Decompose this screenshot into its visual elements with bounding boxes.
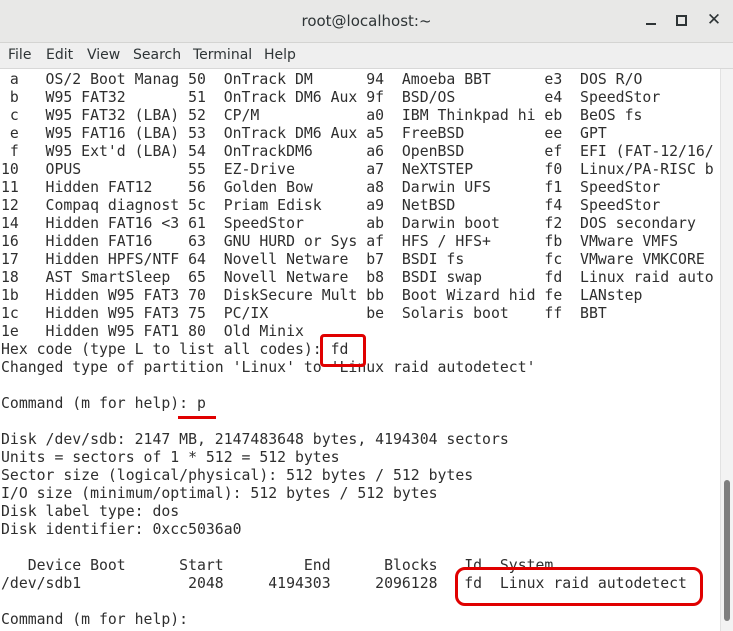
terminal-line: 18 AST SmartSleep 65 Novell Netware b8 B…	[1, 269, 714, 286]
title-bar: root@localhost:~ ✕	[0, 0, 733, 43]
maximize-icon[interactable]	[670, 9, 692, 31]
terminal-line: 11 Hidden FAT12 56 Golden Bow a8 Darwin …	[1, 179, 661, 196]
terminal-line: Disk label type: dos	[1, 503, 180, 520]
terminal-line: Sector size (logical/physical): 512 byte…	[1, 467, 474, 484]
scrollbar[interactable]	[720, 69, 733, 631]
minimize-icon[interactable]	[640, 9, 662, 31]
menu-view[interactable]: View	[87, 47, 120, 63]
terminal-line: f W95 Ext'd (LBA) 54 OnTrackDM6 a6 OpenB…	[1, 143, 714, 160]
terminal-line: I/O size (minimum/optimal): 512 bytes / …	[1, 485, 438, 502]
terminal-line: e W95 FAT16 (LBA) 53 OnTrack DM6 Aux a5 …	[1, 125, 607, 142]
menu-help[interactable]: Help	[264, 47, 296, 63]
terminal-line: 10 OPUS 55 EZ-Drive a7 NeXTSTEP f0 Linux…	[1, 161, 714, 178]
terminal-line: Disk identifier: 0xcc5036a0	[1, 521, 242, 538]
terminal-line: 17 Hidden HPFS/NTF 64 Novell Netware b7 …	[1, 251, 705, 268]
menu-bar: File Edit View Search Terminal Help	[0, 43, 733, 69]
terminal-line: Command (m for help):	[1, 611, 197, 628]
menu-terminal[interactable]: Terminal	[193, 47, 252, 63]
terminal-line: Disk /dev/sdb: 2147 MB, 2147483648 bytes…	[1, 431, 509, 448]
terminal-line: Units = sectors of 1 * 512 = 512 bytes	[1, 449, 340, 466]
terminal-line: Command (m for help): p	[1, 395, 206, 412]
terminal-line: 16 Hidden FAT16 63 GNU HURD or Sys af HF…	[1, 233, 679, 250]
annotation-box-partition-system	[455, 567, 703, 606]
terminal-line: 14 Hidden FAT16 <3 61 SpeedStor ab Darwi…	[1, 215, 696, 232]
terminal-line: b W95 FAT32 51 OnTrack DM6 Aux 9f BSD/OS…	[1, 89, 661, 106]
annotation-box-hex-code	[320, 334, 366, 367]
window-title: root@localhost:~	[301, 12, 432, 30]
terminal-line: 1b Hidden W95 FAT3 70 DiskSecure Mult bb…	[1, 287, 643, 304]
terminal-line: a OS/2 Boot Manag 50 OnTrack DM 94 Amoeb…	[1, 71, 643, 88]
terminal-line: 1c Hidden W95 FAT3 75 PC/IX be Solaris b…	[1, 305, 607, 322]
terminal-line: c W95 FAT32 (LBA) 52 CP/M a0 IBM Thinkpa…	[1, 107, 643, 124]
scrollbar-thumb[interactable]	[724, 480, 730, 621]
terminal-line: 12 Compaq diagnost 5c Priam Edisk a9 Net…	[1, 197, 661, 214]
menu-edit[interactable]: Edit	[46, 47, 73, 63]
menu-search[interactable]: Search	[133, 47, 181, 63]
close-icon[interactable]: ✕	[703, 9, 725, 31]
annotation-underline-command	[178, 416, 216, 419]
menu-file[interactable]: File	[8, 47, 31, 63]
